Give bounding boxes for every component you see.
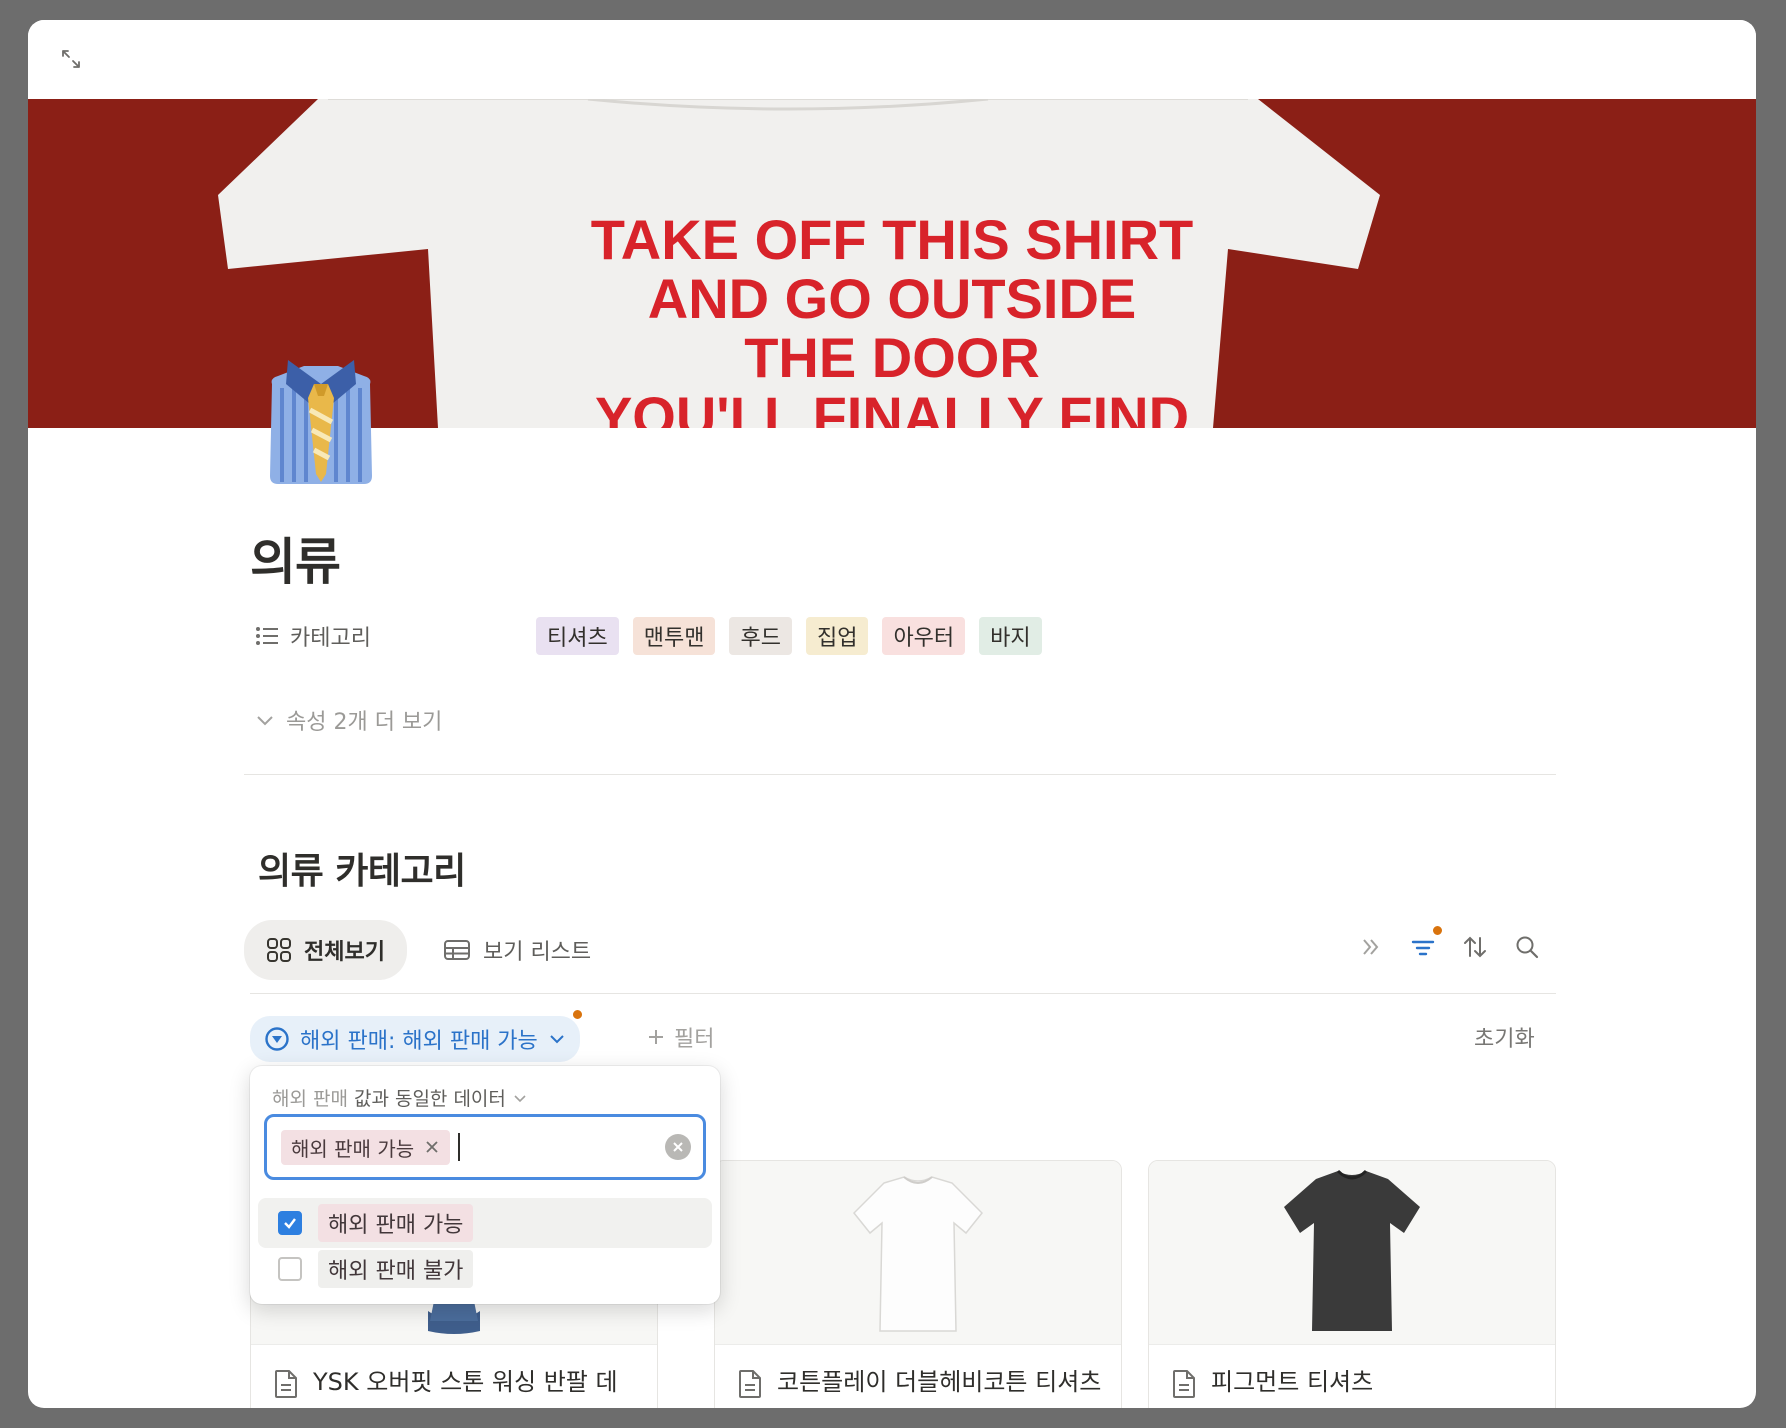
cover-line-3: THE DOOR	[744, 326, 1040, 389]
filter-property-name: 해외 판매	[272, 1088, 348, 1110]
gallery-icon	[267, 938, 291, 962]
category-property-row: 카테고리 티셔츠 맨투맨 후드 집업 아우터 바지	[254, 616, 1042, 656]
tag-sweatshirt[interactable]: 맨투맨	[632, 617, 716, 655]
tab-table-view[interactable]: 보기 리스트	[421, 920, 613, 980]
list-icon	[256, 627, 278, 645]
tag-outer[interactable]: 아우터	[882, 617, 966, 655]
cover-line-4: YOU'LL FINALLY FIND	[595, 385, 1189, 428]
filter-active-dot	[1431, 924, 1444, 937]
expand-icon[interactable]	[56, 44, 86, 74]
chevron-down-icon	[257, 716, 273, 726]
option-label-available: 해외 판매 가능	[318, 1204, 474, 1242]
filter-condition-header[interactable]: 해외 판매 값과 동일한 데이터	[272, 1084, 528, 1111]
card-image-black-tshirt	[1149, 1161, 1555, 1345]
filter-icon[interactable]	[1408, 924, 1444, 962]
tag-tshirt[interactable]: 티셔츠	[536, 617, 619, 655]
page-doc-icon	[1173, 1370, 1195, 1398]
filter-popover: 해외 판매 값과 동일한 데이터 해외 판매 가능 해외 판매 가능 해외 판매…	[250, 1066, 720, 1304]
more-properties-toggle[interactable]: 속성 2개 더 보기	[254, 704, 442, 736]
category-tags[interactable]: 티셔츠 맨투맨 후드 집업 아우터 바지	[536, 617, 1042, 655]
search-icon[interactable]	[1512, 932, 1542, 962]
card-title-black-tshirt: 피그먼트 티셔츠	[1211, 1368, 1374, 1396]
tab-table-label: 보기 리스트	[482, 940, 592, 965]
more-properties-label: 속성 2개 더 보기	[286, 710, 443, 735]
reset-button[interactable]: 초기화	[1474, 1021, 1535, 1053]
option-overseas-available[interactable]: 해외 판매 가능	[258, 1198, 712, 1248]
cover-line-2: AND GO OUTSIDE	[648, 267, 1136, 330]
category-property-label[interactable]: 카테고리	[254, 620, 554, 652]
cover-line-1: TAKE OFF THIS SHIRT	[591, 208, 1194, 271]
option-label-unavailable: 해외 판매 불가	[318, 1250, 474, 1288]
filter-value-input[interactable]: 해외 판매 가능	[264, 1114, 706, 1180]
card-title-white-tshirt: 코튼플레이 더블헤비코튼 티셔츠	[777, 1368, 1102, 1396]
text-caret	[458, 1133, 461, 1161]
checkbox-unchecked[interactable]	[278, 1257, 302, 1281]
checkbox-checked[interactable]	[278, 1211, 302, 1235]
filter-chip-dot	[570, 1008, 584, 1021]
chevron-down-icon	[514, 1094, 526, 1102]
filter-condition-text: 값과 동일한 데이터	[353, 1088, 506, 1110]
database-title[interactable]: 의류 카테고리	[258, 842, 466, 894]
tab-gallery-view[interactable]: 전체보기	[244, 920, 407, 980]
selected-value-label: 해외 판매 가능	[291, 1136, 415, 1161]
select-property-icon	[265, 1027, 289, 1051]
filter-chip-label: 해외 판매: 해외 판매 가능	[300, 1029, 538, 1054]
page-title[interactable]: 의류	[250, 522, 341, 594]
clear-input-icon[interactable]	[665, 1134, 691, 1160]
tag-zipup[interactable]: 집업	[805, 617, 869, 655]
toolbar-divider	[250, 993, 1556, 994]
card-title-denim-shirt: YSK 오버핏 스톤 워싱 반팔 데님 셔츠	[313, 1368, 618, 1408]
gallery-card-white-tshirt[interactable]: 코튼플레이 더블헤비코튼 티셔츠	[714, 1160, 1122, 1408]
check-icon	[284, 1218, 296, 1229]
database-toolbar	[1356, 924, 1542, 962]
overseas-sale-filter-chip[interactable]: 해외 판매: 해외 판매 가능	[250, 1008, 584, 1062]
tag-hood[interactable]: 후드	[729, 617, 792, 655]
add-filter-button[interactable]: 필터	[646, 1021, 714, 1053]
plus-icon	[649, 1030, 663, 1044]
category-label-text: 카테고리	[290, 626, 371, 651]
tab-gallery-label: 전체보기	[304, 940, 385, 965]
double-chevron-icon[interactable]	[1356, 932, 1386, 962]
page-doc-icon	[275, 1370, 297, 1398]
chevron-down-icon	[550, 1035, 564, 1044]
top-bar	[28, 20, 1756, 99]
page-doc-icon	[739, 1370, 761, 1398]
view-tabs: 전체보기 보기 리스트	[244, 920, 613, 980]
table-icon	[443, 940, 470, 960]
sort-icon[interactable]	[1460, 932, 1490, 962]
tag-pants[interactable]: 바지	[979, 617, 1042, 655]
add-filter-label: 필터	[674, 1027, 715, 1052]
close-icon[interactable]	[424, 1139, 440, 1155]
page-window: TAKE OFF THIS SHIRT AND GO OUTSIDE THE D…	[28, 20, 1756, 1408]
selected-value-chip: 해외 판매 가능	[281, 1129, 451, 1165]
card-image-white-tshirt	[715, 1161, 1121, 1345]
divider	[244, 774, 1556, 775]
page-icon-shirt[interactable]	[254, 354, 388, 488]
option-overseas-unavailable[interactable]: 해외 판매 불가	[258, 1244, 712, 1294]
gallery-card-black-tshirt[interactable]: 피그먼트 티셔츠	[1148, 1160, 1556, 1408]
